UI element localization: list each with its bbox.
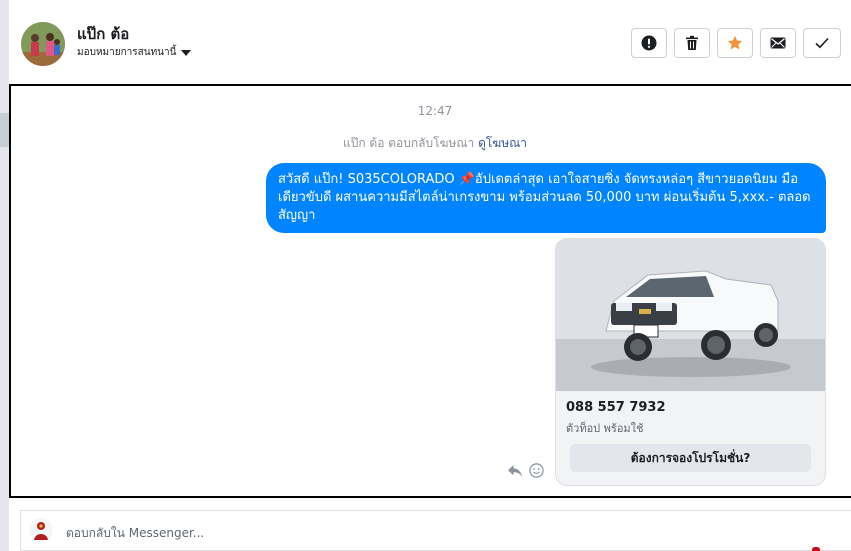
card-subtitle: ตัวท็อป พร้อมใช้ (566, 422, 644, 435)
page-avatar (29, 518, 53, 542)
caret-down-icon (181, 50, 192, 56)
check-icon (815, 37, 829, 49)
star-icon (727, 35, 743, 50)
truck-image[interactable] (556, 239, 825, 391)
star-button[interactable] (717, 28, 753, 58)
left-scroll-strip (0, 0, 9, 551)
assign-conversation-dropdown[interactable]: มอบหมายการสนทนานี้ (77, 45, 192, 60)
card-phone-number: 088 557 7932 (566, 400, 666, 415)
ad-reply-note: แป๊ก ต้อ ตอบกลับโฆษณา ดูโฆษณา (11, 134, 851, 153)
delete-button[interactable] (674, 28, 710, 58)
contact-name: แป๊ก ต้อ (77, 25, 130, 43)
conversation-panel: 12:47 แป๊ก ต้อ ตอบกลับโฆษณา ดูโฆษณา สวัส… (9, 84, 851, 498)
exclamation-icon (641, 35, 657, 51)
scroll-indicator[interactable] (0, 113, 9, 147)
contact-avatar[interactable] (21, 22, 65, 66)
ad-reply-text: แป๊ก ต้อ ตอบกลับโฆษณา (343, 136, 475, 150)
header-actions (631, 28, 841, 58)
message-bubble[interactable]: สวัสดี แป๊ก! S035COLORADO 📌อัปเดตล่าสุด … (266, 163, 826, 233)
message-timestamp: 12:47 (417, 104, 453, 118)
ad-card[interactable]: 088 557 7932 ตัวท็อป พร้อมใช้ ต้องการจอง… (555, 238, 826, 486)
assign-label: มอบหมายการสนทนานี้ (77, 47, 177, 58)
envelope-icon (770, 37, 786, 49)
composer-placeholder[interactable]: ตอบกลับใน Messenger... (66, 524, 204, 543)
done-button[interactable] (803, 28, 841, 58)
view-ad-link[interactable]: ดูโฆษณา (478, 136, 527, 150)
book-promotion-button[interactable]: ต้องการจองโปรโมชั่น? (570, 444, 811, 472)
conversation-header: แป๊ก ต้อ มอบหมายการสนทนานี้ (9, 0, 851, 84)
reply-icon[interactable] (507, 464, 523, 478)
message-side-actions (507, 463, 544, 478)
reply-composer[interactable]: ตอบกลับใน Messenger... (20, 510, 851, 551)
mark-unread-button[interactable] (760, 28, 796, 58)
smiley-icon[interactable] (529, 463, 544, 478)
spam-button[interactable] (631, 28, 667, 58)
notification-dot (812, 547, 820, 551)
trash-icon (686, 35, 698, 50)
